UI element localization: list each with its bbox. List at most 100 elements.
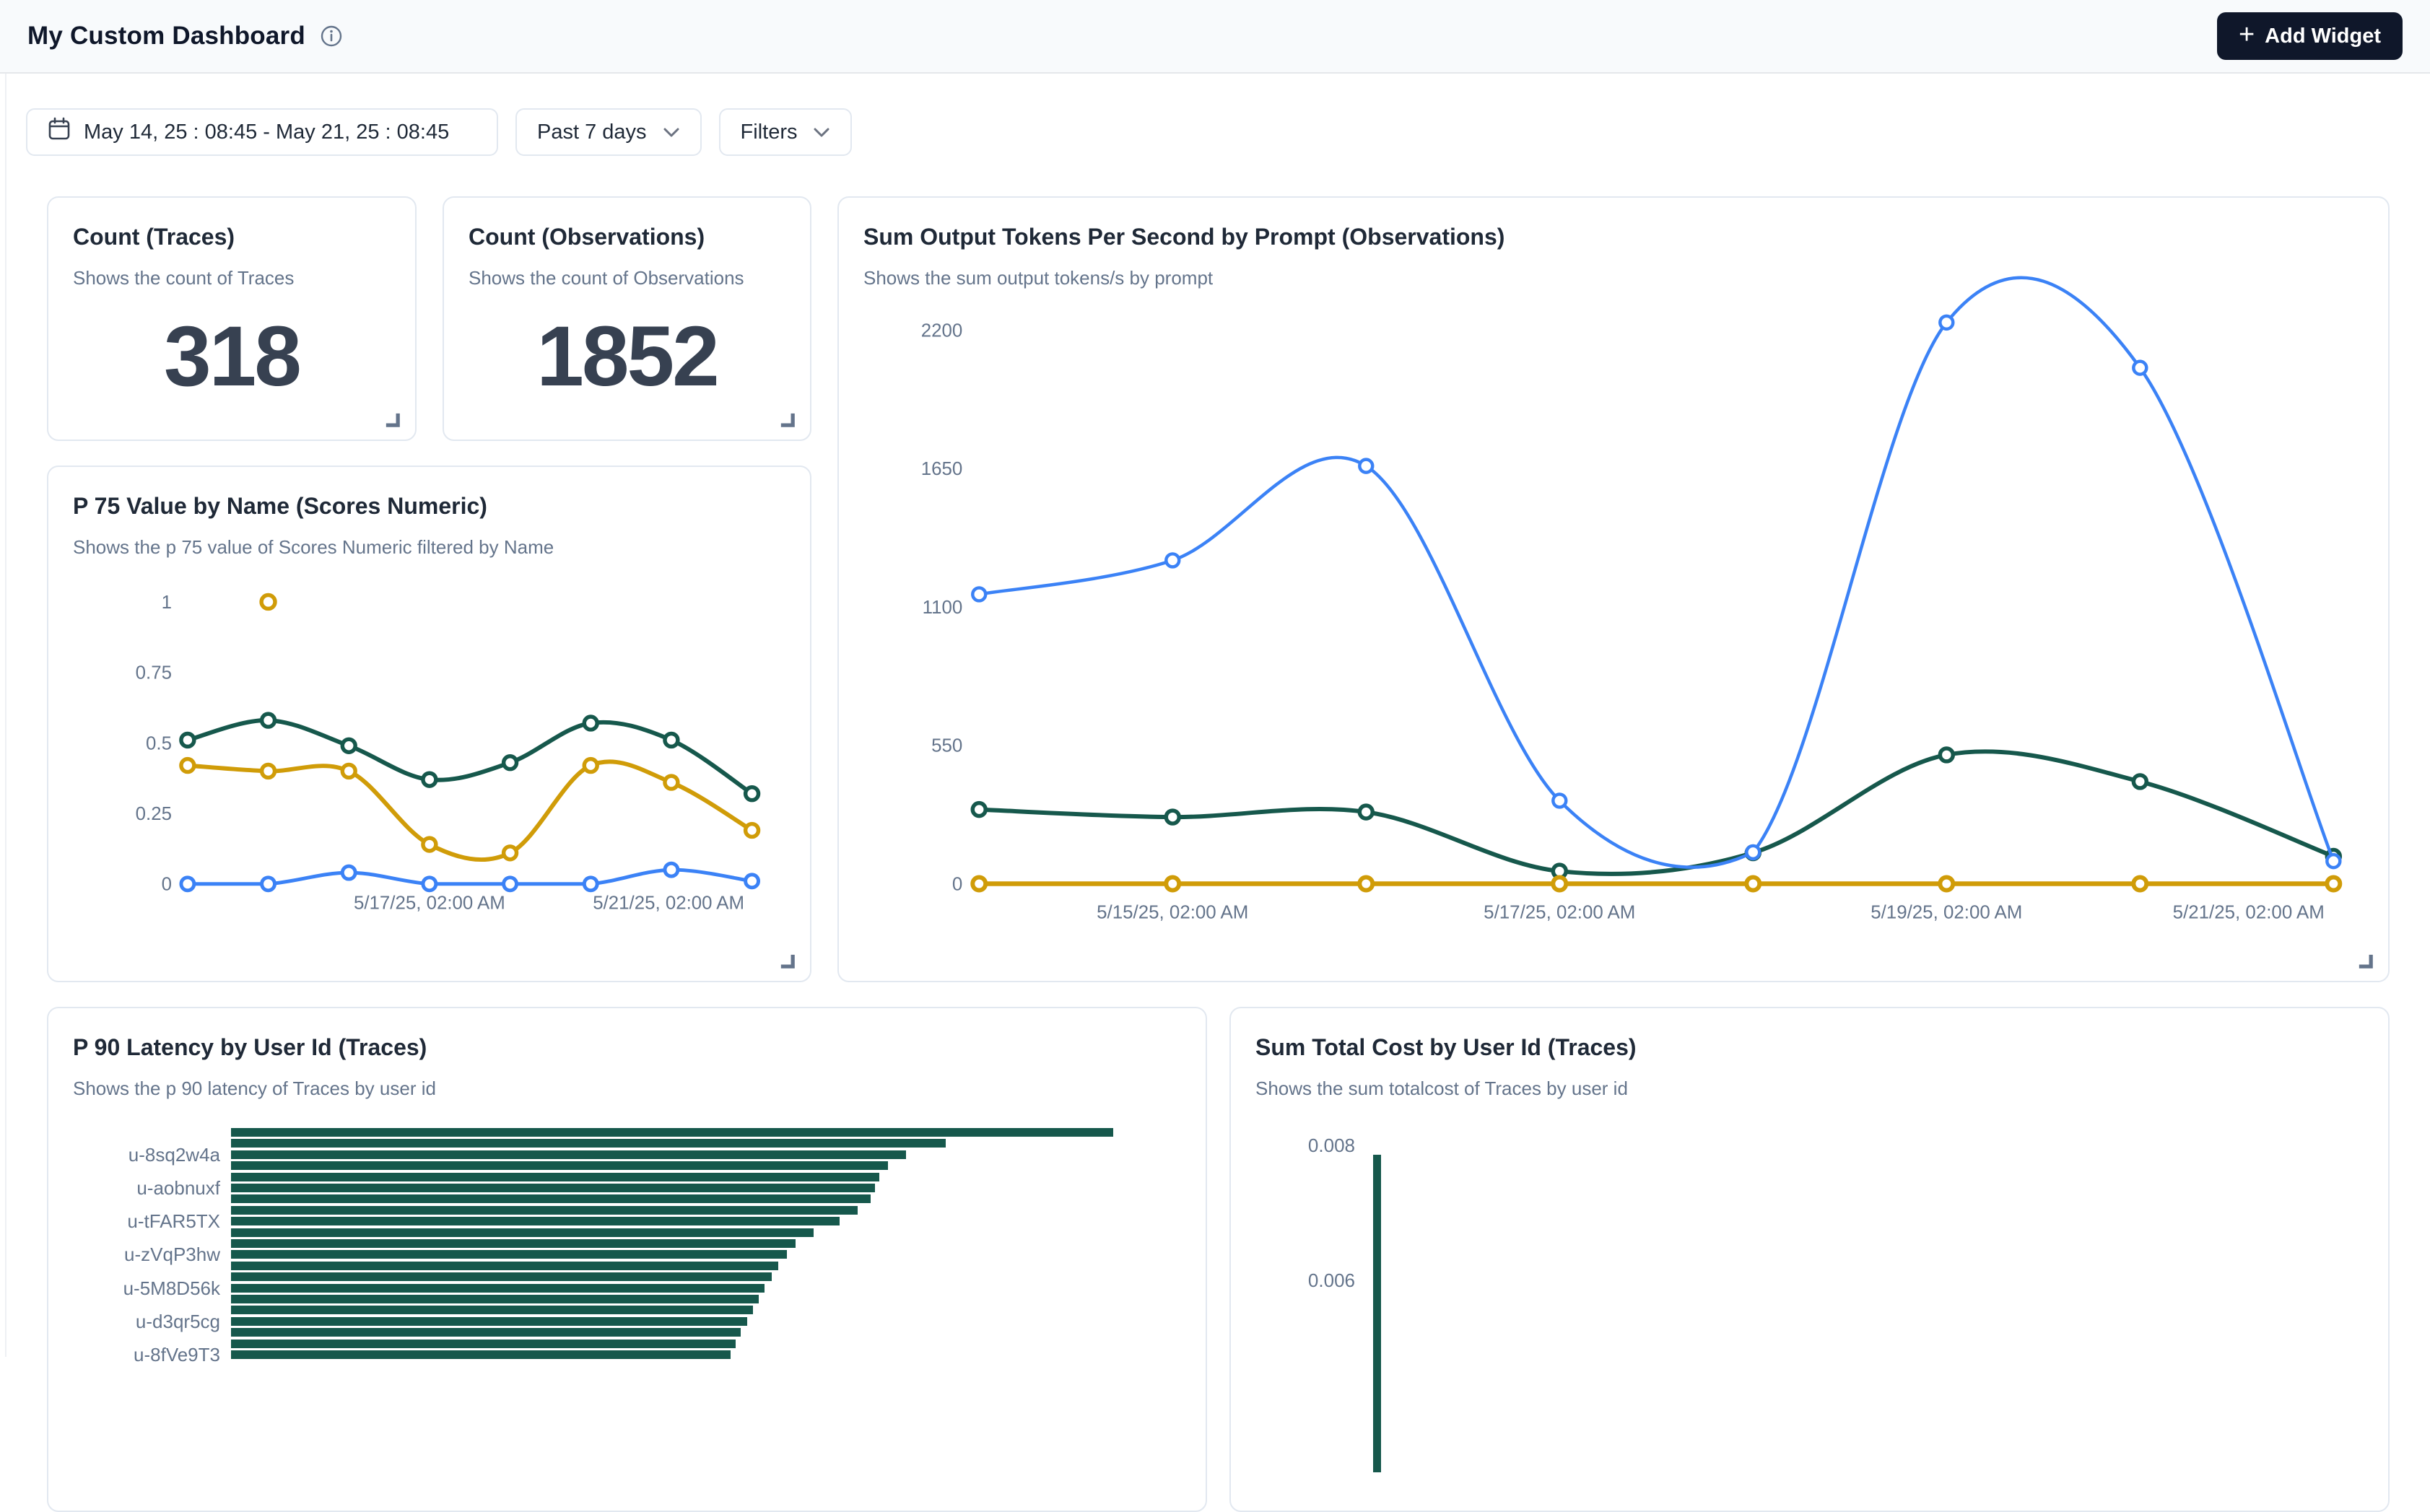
bar[interactable] xyxy=(231,1128,1113,1137)
data-point-prompt-series-green[interactable] xyxy=(972,803,985,816)
data-point-score-series-gold[interactable] xyxy=(181,759,194,772)
data-point-score-series-green[interactable] xyxy=(584,717,597,730)
bar[interactable] xyxy=(231,1228,814,1237)
x-axis-tick-label: 5/21/25, 02:00 AM xyxy=(2173,902,2325,922)
data-point-prompt-series-green[interactable] xyxy=(2133,775,2146,788)
x-axis-tick-label: 5/19/25, 02:00 AM xyxy=(1871,902,2022,922)
resize-handle-icon[interactable] xyxy=(777,951,797,971)
widget-count-observations: Count (Observations) Shows the count of … xyxy=(443,196,811,441)
data-point-prompt-series-green[interactable] xyxy=(1359,805,1372,818)
line-chart-tokens-by-prompt[interactable]: 22001650110055005/15/25, 02:00 AM5/17/25… xyxy=(839,198,2388,981)
data-point-score-series-blue[interactable] xyxy=(342,866,355,879)
data-point-score-series-green[interactable] xyxy=(262,714,275,727)
widget-tokens-per-second: Sum Output Tokens Per Second by Prompt (… xyxy=(837,196,2390,982)
line-chart-p75-by-name[interactable]: 10.750.50.2505/17/25, 02:00 AM5/21/25, 0… xyxy=(48,467,810,981)
widget-title: P 90 Latency by User Id (Traces) xyxy=(73,1033,1181,1062)
info-icon[interactable] xyxy=(320,25,343,48)
data-point-prompt-series-gold[interactable] xyxy=(1166,878,1179,891)
data-point-prompt-series-gold[interactable] xyxy=(2133,878,2146,891)
data-point-score-series-gold[interactable] xyxy=(262,764,275,777)
filters-label: Filters xyxy=(741,121,798,144)
data-point-prompt-series-green[interactable] xyxy=(1166,810,1179,823)
add-widget-label: Add Widget xyxy=(2265,25,2381,48)
y-axis-tick-label: 0.25 xyxy=(136,804,172,824)
data-point-score-series-gold[interactable] xyxy=(665,776,678,789)
bar[interactable] xyxy=(1373,1155,1381,1472)
data-point-prompt-series-blue[interactable] xyxy=(1553,794,1566,807)
bar[interactable] xyxy=(231,1340,736,1348)
data-point-prompt-series-blue[interactable] xyxy=(2327,855,2340,868)
y-axis-category-label: u-tFAR5TX xyxy=(58,1210,220,1233)
bar[interactable] xyxy=(231,1150,906,1159)
data-point-score-series-blue[interactable] xyxy=(746,875,759,888)
bar[interactable] xyxy=(231,1161,888,1170)
data-point-score-series-blue[interactable] xyxy=(504,878,517,891)
data-point-score-series-green[interactable] xyxy=(342,739,355,752)
bar[interactable] xyxy=(231,1284,765,1293)
data-point-score-series-blue[interactable] xyxy=(181,878,194,891)
resize-handle-icon[interactable] xyxy=(382,409,402,429)
y-axis-tick-label: 0.006 xyxy=(1231,1270,1355,1292)
data-point-prompt-series-blue[interactable] xyxy=(972,588,985,601)
data-point-prompt-series-blue[interactable] xyxy=(2133,362,2146,375)
data-point-prompt-series-blue[interactable] xyxy=(1746,846,1759,859)
time-preset-dropdown[interactable]: Past 7 days xyxy=(515,108,702,156)
data-point-score-series-gold[interactable] xyxy=(504,847,517,860)
data-point-prompt-series-blue[interactable] xyxy=(1940,316,1953,329)
y-axis-tick-label: 1 xyxy=(162,593,172,613)
bar-chart-p90-latency[interactable] xyxy=(231,1128,1184,1503)
data-point-score-series-green[interactable] xyxy=(746,787,759,800)
data-point-prompt-series-gold[interactable] xyxy=(972,878,985,891)
bar[interactable] xyxy=(231,1206,858,1215)
data-point-prompt-series-blue[interactable] xyxy=(1359,460,1372,473)
bar[interactable] xyxy=(231,1217,840,1225)
filter-toolbar: May 14, 25 : 08:45 - May 21, 25 : 08:45 … xyxy=(26,108,852,156)
bar[interactable] xyxy=(231,1250,787,1259)
data-point-prompt-series-gold[interactable] xyxy=(2327,878,2340,891)
data-point-score-series-blue[interactable] xyxy=(262,878,275,891)
data-point-score-series-gold[interactable] xyxy=(423,838,436,851)
bar[interactable] xyxy=(231,1262,778,1270)
data-point-prompt-series-gold[interactable] xyxy=(1553,878,1566,891)
data-point-score-series-blue[interactable] xyxy=(423,878,436,891)
page-header: My Custom Dashboard + Add Widget xyxy=(0,0,2430,74)
bar[interactable] xyxy=(231,1350,731,1359)
data-point-score-series-blue[interactable] xyxy=(584,878,597,891)
x-axis-tick-label: 5/21/25, 02:00 AM xyxy=(593,893,744,914)
data-point-score-series-gold[interactable] xyxy=(584,759,597,772)
data-point-prompt-series-gold[interactable] xyxy=(1746,878,1759,891)
bar[interactable] xyxy=(231,1328,741,1337)
data-point-score-series-green[interactable] xyxy=(665,733,678,746)
y-axis-category-label: u-zVqP3hw xyxy=(58,1244,220,1266)
data-point-score-series-green[interactable] xyxy=(504,756,517,769)
add-widget-button[interactable]: + Add Widget xyxy=(2217,12,2403,60)
filters-dropdown[interactable]: Filters xyxy=(719,108,853,156)
data-point-prompt-series-blue[interactable] xyxy=(1166,554,1179,567)
x-axis-tick-label: 5/17/25, 02:00 AM xyxy=(354,893,505,914)
data-point-score-series-blue[interactable] xyxy=(665,863,678,876)
bar[interactable] xyxy=(231,1173,879,1181)
y-axis-tick-label: 0.5 xyxy=(146,733,172,753)
date-range-picker[interactable]: May 14, 25 : 08:45 - May 21, 25 : 08:45 xyxy=(26,108,498,156)
data-point-score-series-green[interactable] xyxy=(181,733,194,746)
data-point-score-single-point-gold[interactable] xyxy=(261,595,275,609)
bar[interactable] xyxy=(231,1139,946,1148)
bar[interactable] xyxy=(231,1306,753,1314)
resize-handle-icon[interactable] xyxy=(2355,951,2375,971)
bar[interactable] xyxy=(231,1272,772,1281)
time-preset-value: Past 7 days xyxy=(537,121,647,144)
bar[interactable] xyxy=(231,1295,759,1303)
bar[interactable] xyxy=(231,1239,796,1248)
bar[interactable] xyxy=(231,1194,871,1203)
y-axis-category-label: u-aobnuxf xyxy=(58,1177,220,1199)
bar[interactable] xyxy=(231,1317,747,1326)
data-point-prompt-series-green[interactable] xyxy=(1940,748,1953,761)
y-axis-tick-label: 1650 xyxy=(921,459,963,479)
bar[interactable] xyxy=(231,1184,875,1192)
resize-handle-icon[interactable] xyxy=(777,409,797,429)
data-point-score-series-gold[interactable] xyxy=(746,824,759,837)
data-point-prompt-series-gold[interactable] xyxy=(1940,878,1953,891)
data-point-score-series-gold[interactable] xyxy=(342,764,355,777)
data-point-prompt-series-gold[interactable] xyxy=(1359,878,1372,891)
data-point-score-series-green[interactable] xyxy=(423,773,436,786)
